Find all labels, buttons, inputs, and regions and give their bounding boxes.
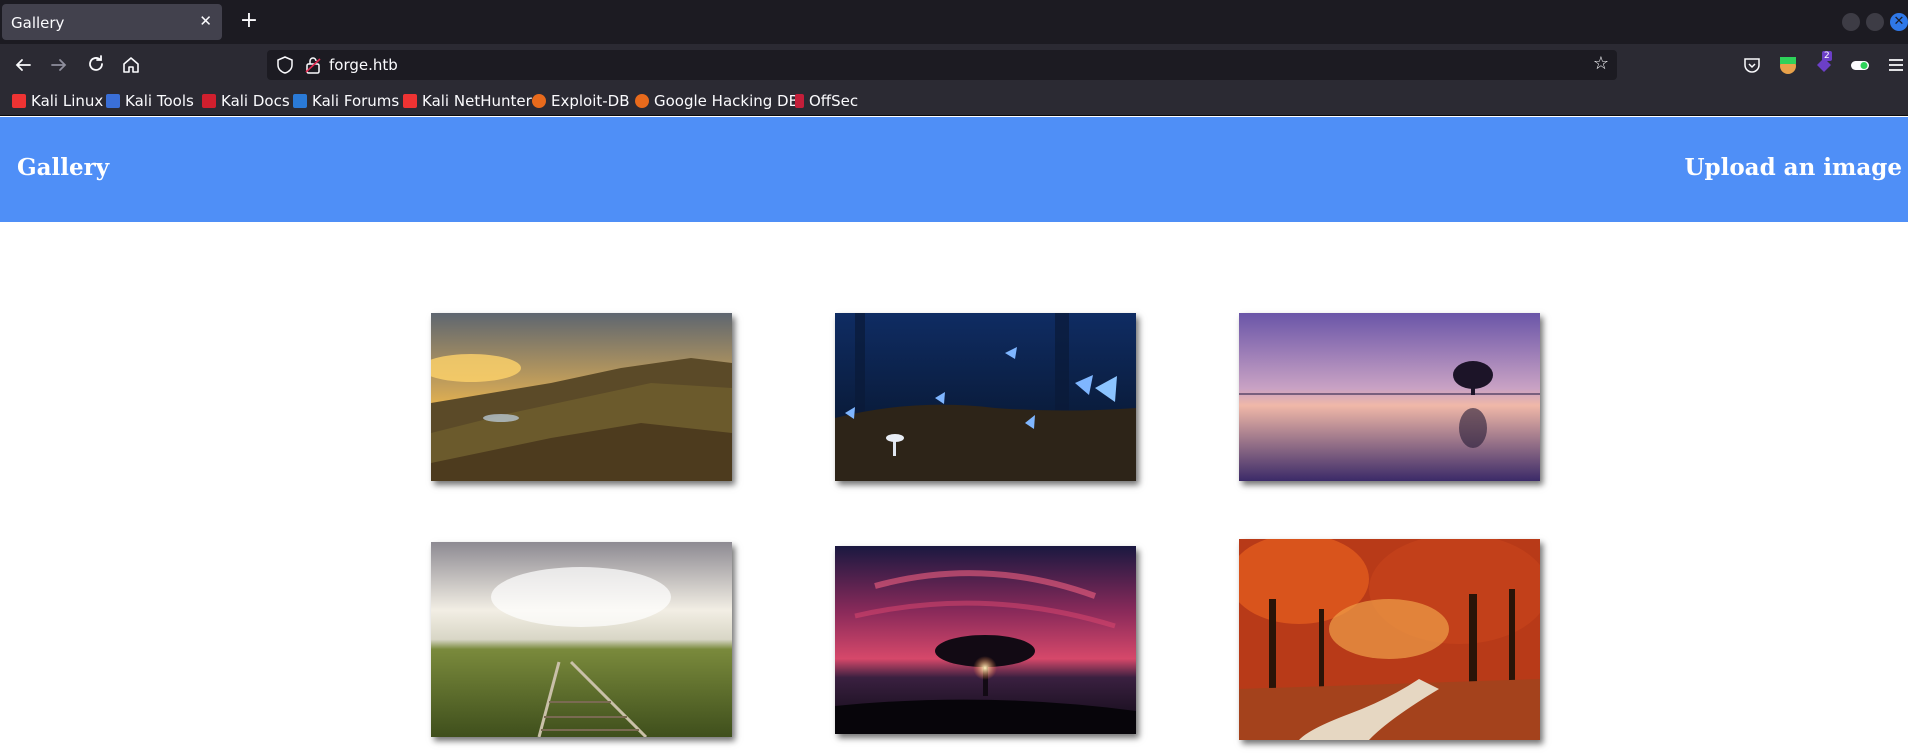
- bookmark-label: Google Hacking DB: [654, 92, 799, 110]
- upload-image-link[interactable]: Upload an image: [1684, 154, 1902, 181]
- gallery-image[interactable]: [431, 542, 732, 737]
- pocket-icon[interactable]: [1742, 55, 1762, 75]
- site-header: Gallery Upload an image: [0, 117, 1908, 222]
- bookmark-kali-forums[interactable]: Kali Forums: [293, 91, 399, 111]
- close-window-button[interactable]: ✕: [1890, 13, 1908, 31]
- exploit-db-icon: [532, 94, 546, 108]
- gallery-image[interactable]: [431, 313, 732, 481]
- address-bar[interactable]: forge.htb ☆: [267, 50, 1617, 80]
- tracking-protection-shield-icon[interactable]: [275, 55, 295, 75]
- kali-dragon-icon: [12, 94, 26, 108]
- kali-docs-icon: [202, 94, 216, 108]
- mountain-landscape-image: [431, 313, 732, 481]
- bookmark-label: Exploit-DB: [551, 92, 630, 110]
- reload-icon[interactable]: [83, 52, 109, 78]
- home-icon[interactable]: [118, 52, 144, 78]
- bookmarks-toolbar: Kali Linux Kali Tools Kali Docs Kali For…: [0, 86, 1908, 116]
- gallery-image[interactable]: [1239, 539, 1540, 740]
- bookmark-kali-docs[interactable]: Kali Docs: [202, 91, 290, 111]
- bookmark-offsec[interactable]: OffSec: [795, 91, 858, 111]
- navigation-toolbar: forge.htb ☆ 2: [0, 44, 1908, 86]
- autumn-forest-image: [1239, 539, 1540, 740]
- kali-tools-icon: [106, 94, 120, 108]
- bookmark-label: OffSec: [809, 92, 859, 110]
- bookmark-label: Kali NetHunter: [422, 92, 532, 110]
- ghdb-icon: [635, 94, 649, 108]
- minimize-window-button[interactable]: [1842, 13, 1860, 31]
- url-text[interactable]: forge.htb: [329, 56, 398, 74]
- railway-track-image: [431, 542, 732, 737]
- bookmark-label: Kali Tools: [125, 92, 194, 110]
- red-sky-tree-image: [835, 546, 1136, 734]
- maximize-window-button[interactable]: [1866, 13, 1884, 31]
- browser-tab[interactable]: Gallery ✕: [2, 4, 222, 40]
- bookmark-kali-nethunter[interactable]: Kali NetHunter: [403, 91, 532, 111]
- lake-tree-image: [1239, 313, 1540, 481]
- tab-title: Gallery: [11, 14, 65, 32]
- bookmark-label: Kali Docs: [221, 92, 290, 110]
- bookmark-kali-tools[interactable]: Kali Tools: [106, 91, 194, 111]
- bookmark-kali-linux[interactable]: Kali Linux: [12, 91, 103, 111]
- kali-forums-icon: [293, 94, 307, 108]
- bookmark-exploit-db[interactable]: Exploit-DB: [532, 91, 630, 111]
- insecure-lock-icon[interactable]: [303, 55, 323, 75]
- toggle-extension-icon[interactable]: [1850, 55, 1870, 75]
- close-tab-icon[interactable]: ✕: [199, 12, 212, 30]
- bookmark-star-icon[interactable]: ☆: [1593, 53, 1609, 74]
- new-tab-button[interactable]: +: [234, 6, 264, 36]
- gallery-image[interactable]: [835, 546, 1136, 734]
- offsec-icon: [795, 94, 804, 108]
- gallery-image[interactable]: [1239, 313, 1540, 481]
- extension-badge-count: 2: [1822, 51, 1832, 61]
- kali-nethunter-icon: [403, 94, 417, 108]
- bookmark-google-hacking-db[interactable]: Google Hacking DB: [635, 91, 799, 111]
- back-icon[interactable]: [10, 52, 36, 78]
- tab-strip: Gallery ✕ + ✕: [0, 0, 1908, 44]
- gallery-image[interactable]: [835, 313, 1136, 481]
- site-title[interactable]: Gallery: [17, 154, 109, 181]
- bookmark-label: Kali Linux: [31, 92, 104, 110]
- burp-proxy-extension-icon[interactable]: [1778, 55, 1798, 75]
- hamburger-menu-icon[interactable]: [1886, 55, 1906, 75]
- butterflies-image: [835, 313, 1136, 481]
- extension-badge-icon[interactable]: 2: [1814, 51, 1834, 75]
- bookmark-label: Kali Forums: [312, 92, 400, 110]
- forward-icon[interactable]: [46, 52, 72, 78]
